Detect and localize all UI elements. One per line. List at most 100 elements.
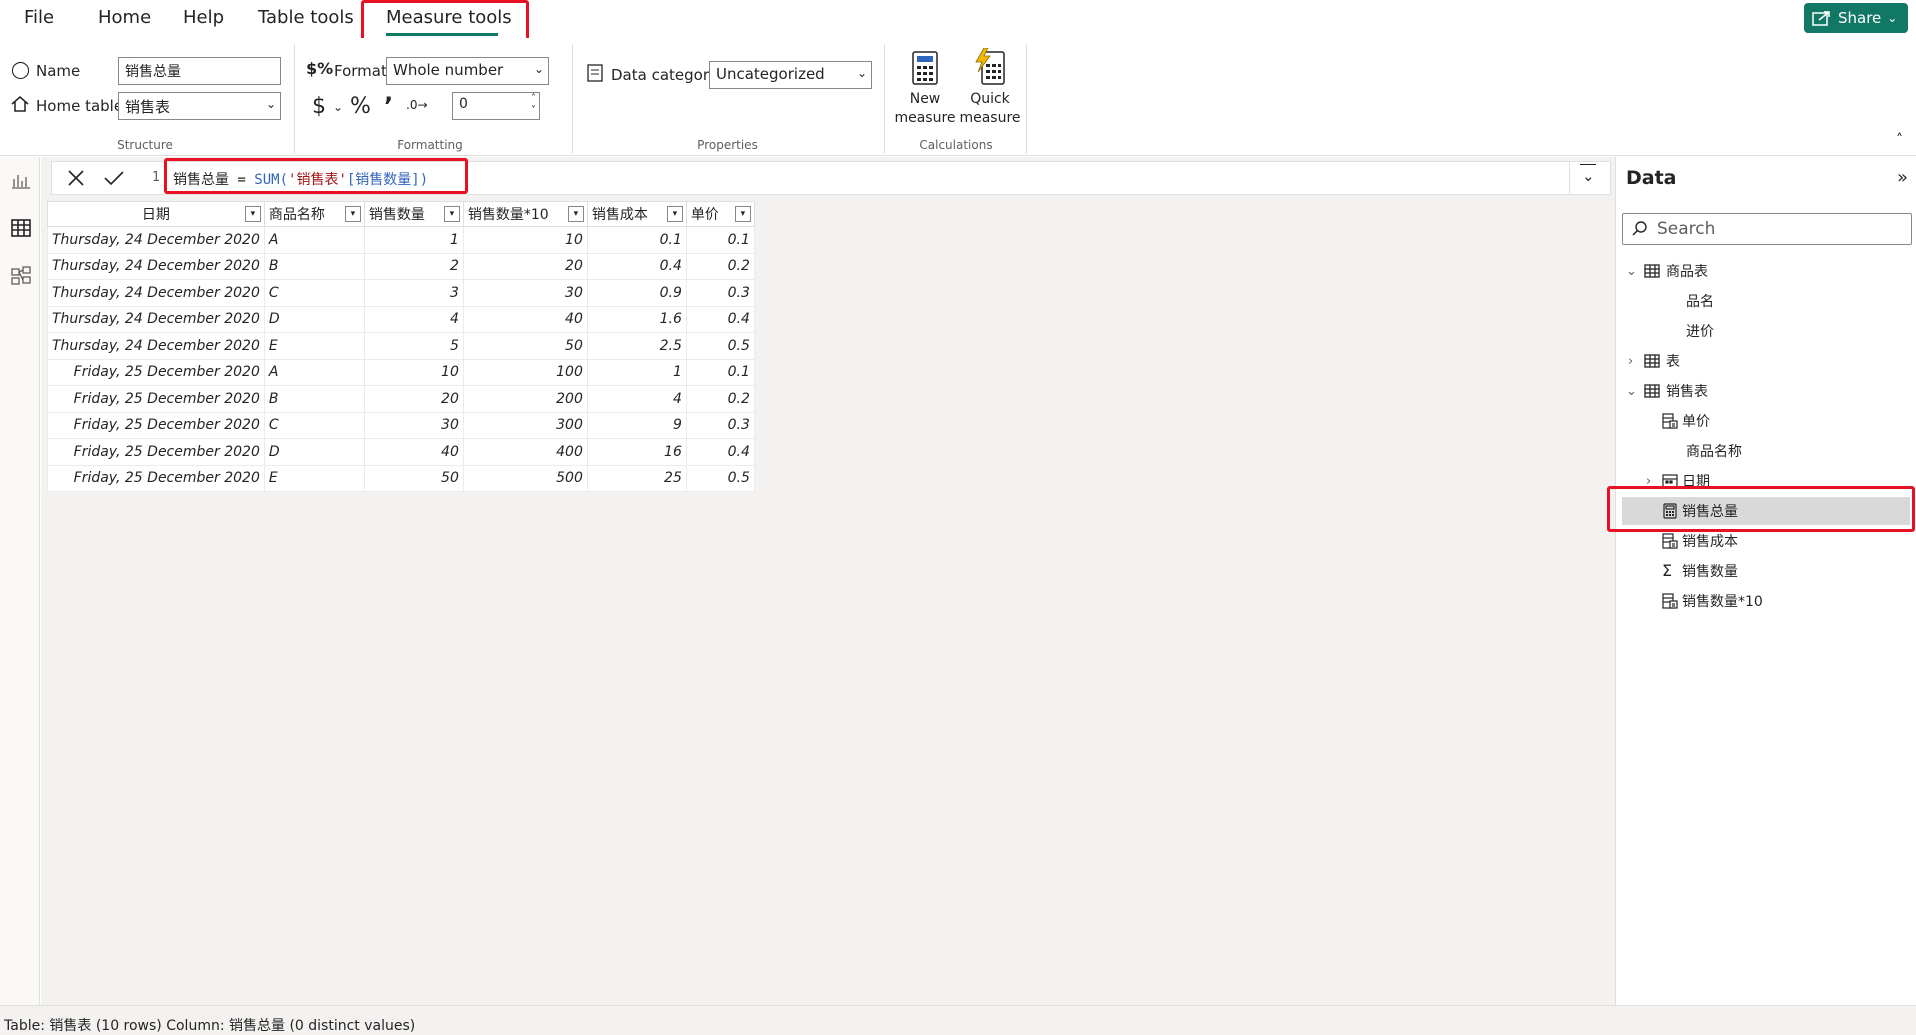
table-cell: 0.2 bbox=[685, 385, 755, 413]
data-category-select[interactable]: Uncategorized ⌄ bbox=[709, 61, 872, 89]
column-header-label: 商品名称 bbox=[268, 207, 325, 223]
filter-dropdown-icon[interactable]: ▾ bbox=[567, 206, 584, 222]
highlight-box-measure bbox=[1607, 486, 1915, 532]
tree-item-field[interactable]: 品名 bbox=[1616, 287, 1916, 315]
table-cell: Thursday, 24 December 2020 bbox=[47, 279, 265, 307]
tree-item-label: 销售数量 bbox=[1682, 564, 1738, 580]
tree-item-table[interactable]: ⌄ 销售表 bbox=[1616, 377, 1916, 405]
chevron-down-icon[interactable]: ⌄ bbox=[1626, 264, 1637, 279]
search-input[interactable]: Search bbox=[1622, 213, 1912, 245]
column-header[interactable]: 商品名称 ▾ bbox=[263, 201, 365, 227]
percent-icon[interactable]: % bbox=[350, 94, 371, 119]
column-header[interactable]: 单价 ▾ bbox=[685, 201, 755, 227]
quick-measure-label-1: Quick bbox=[970, 91, 1010, 107]
tree-item-label: 进价 bbox=[1686, 324, 1714, 340]
menu-home[interactable]: Home bbox=[98, 7, 151, 28]
table-row: Thursday, 24 December 2020 D 4 40 1.6 0.4 bbox=[47, 305, 755, 333]
tree-item-label: 销售数量*10 bbox=[1682, 594, 1763, 610]
filter-dropdown-icon[interactable]: ▾ bbox=[666, 206, 683, 222]
data-category-icon bbox=[587, 64, 603, 86]
table-cell: 4 bbox=[586, 385, 687, 413]
tree-item-label: 销售成本 bbox=[1682, 534, 1738, 550]
home-icon bbox=[10, 94, 30, 118]
table-cell: 0.1 bbox=[685, 226, 755, 254]
table-cell: Thursday, 24 December 2020 bbox=[47, 252, 265, 280]
collapse-ribbon-icon[interactable]: ˄ bbox=[1896, 132, 1903, 148]
table-cell: 200 bbox=[462, 385, 588, 413]
commit-button[interactable] bbox=[94, 162, 134, 194]
table-cell: 100 bbox=[462, 358, 588, 386]
filter-dropdown-icon[interactable]: ▾ bbox=[443, 206, 460, 222]
home-table-label: Home table bbox=[36, 97, 124, 115]
tree-item-table[interactable]: ⌄ 商品表 bbox=[1616, 257, 1916, 285]
table-cell: 50 bbox=[462, 332, 588, 360]
data-category-label: Data category bbox=[611, 66, 718, 84]
table-cell: D bbox=[263, 438, 365, 466]
decimal-places-input[interactable]: 0 ˄ ˅ bbox=[452, 92, 540, 120]
table-cell: 4 bbox=[363, 305, 464, 333]
filter-dropdown-icon[interactable]: ▾ bbox=[344, 206, 361, 222]
chevron-down-icon: ⌄ bbox=[265, 97, 276, 111]
name-input[interactable]: 销售总量 bbox=[118, 57, 281, 85]
column-header[interactable]: 销售数量 ▾ bbox=[363, 201, 464, 227]
table-cell: B bbox=[263, 385, 365, 413]
quick-measure-button[interactable]: Quick measure bbox=[958, 47, 1022, 136]
table-cell: 40 bbox=[462, 305, 588, 333]
chevron-down-icon[interactable]: ⌄ bbox=[1626, 384, 1637, 399]
column-header-label: 单价 bbox=[690, 207, 719, 223]
tree-item-field[interactable]: 进价 bbox=[1616, 317, 1916, 345]
tree-item-calc-column[interactable]: 销售数量*10 bbox=[1616, 587, 1916, 615]
tree-item-calc-column[interactable]: 销售成本 bbox=[1616, 527, 1916, 555]
menu-file[interactable]: File bbox=[24, 7, 54, 28]
column-header[interactable]: 日期 ▾ bbox=[47, 201, 265, 227]
table-cell: 2 bbox=[363, 252, 464, 280]
calculated-column-icon bbox=[1662, 593, 1678, 609]
column-header[interactable]: 销售成本 ▾ bbox=[586, 201, 687, 227]
share-button[interactable]: Share ⌄ bbox=[1804, 3, 1908, 33]
menu-help[interactable]: Help bbox=[183, 7, 224, 28]
currency-icon[interactable]: $ bbox=[312, 94, 326, 119]
table-cell: 25 bbox=[586, 464, 687, 492]
expand-formula-icon[interactable]: ⌄ bbox=[1582, 167, 1595, 185]
cancel-button[interactable] bbox=[56, 162, 96, 194]
decimal-places-icon[interactable]: .0→ bbox=[406, 98, 428, 112]
collapse-pane-icon[interactable]: » bbox=[1897, 167, 1908, 188]
group-title-structure: Structure bbox=[117, 138, 173, 152]
data-category-value: Uncategorized bbox=[716, 65, 825, 83]
status-bar: Table: 销售表 (10 rows) Column: 销售总量 (0 dis… bbox=[0, 1005, 1916, 1035]
filter-dropdown-icon[interactable]: ▾ bbox=[734, 206, 751, 222]
table-view: 1 销售总量 = SUM('销售表'[销售数量]) ⌄ 日期 ▾ 商品名称 ▾ 销售… bbox=[41, 157, 1615, 1005]
format-icon: $% bbox=[306, 59, 334, 78]
table-view-icon[interactable] bbox=[10, 217, 32, 239]
checkmark-icon bbox=[104, 171, 124, 186]
tree-item-field[interactable]: 商品名称 bbox=[1616, 437, 1916, 465]
format-select[interactable]: Whole number ⌄ bbox=[386, 57, 549, 85]
table-cell: E bbox=[263, 332, 365, 360]
model-view-icon[interactable] bbox=[10, 265, 32, 287]
table-cell: Friday, 25 December 2020 bbox=[47, 411, 265, 439]
chevron-down-icon[interactable]: ⌄ bbox=[333, 100, 343, 114]
tree-item-table[interactable]: › 表 bbox=[1616, 347, 1916, 375]
tree-item-sum-field[interactable]: Σ 销售数量 bbox=[1616, 557, 1916, 585]
group-separator bbox=[1026, 44, 1027, 154]
table-row: Friday, 25 December 2020 E 50 500 25 0.5 bbox=[47, 464, 755, 492]
column-header[interactable]: 销售数量*10 ▾ bbox=[462, 201, 588, 227]
report-view-icon[interactable] bbox=[10, 169, 32, 191]
data-table: 日期 ▾ 商品名称 ▾ 销售数量 ▾ 销售数量*10 ▾ 销售成本 ▾ 单价 ▾ Thurs… bbox=[47, 201, 755, 492]
sigma-icon: Σ bbox=[1662, 561, 1673, 580]
table-cell: Thursday, 24 December 2020 bbox=[47, 305, 265, 333]
new-measure-button[interactable]: New measure bbox=[893, 48, 957, 136]
home-table-select[interactable]: 销售表 ⌄ bbox=[118, 92, 281, 120]
table-cell: 0.3 bbox=[685, 411, 755, 439]
table-cell: C bbox=[263, 279, 365, 307]
chevron-right-icon[interactable]: › bbox=[1628, 354, 1633, 369]
table-cell: 20 bbox=[462, 252, 588, 280]
table-cell: Friday, 25 December 2020 bbox=[47, 464, 265, 492]
comma-style-icon[interactable]: ’ bbox=[384, 92, 393, 120]
table-cell: E bbox=[263, 464, 365, 492]
filter-dropdown-icon[interactable]: ▾ bbox=[244, 206, 261, 222]
menu-table-tools[interactable]: Table tools bbox=[258, 7, 354, 28]
tree-item-calc-column[interactable]: 单价 bbox=[1616, 407, 1916, 435]
group-title-calculations: Calculations bbox=[919, 138, 993, 152]
spinner-icon[interactable]: ˄ ˅ bbox=[531, 93, 536, 117]
